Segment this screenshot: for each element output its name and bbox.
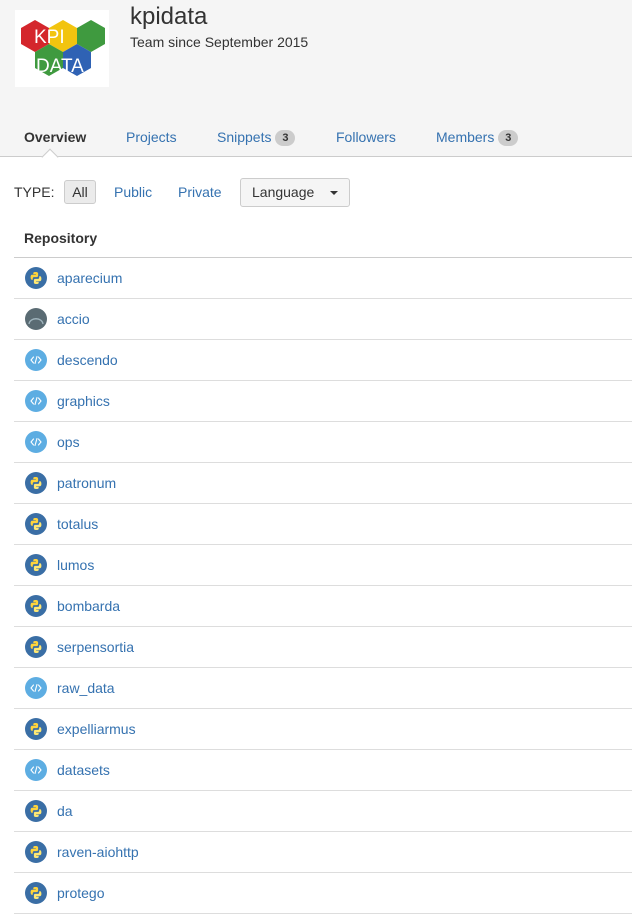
team-name: kpidata xyxy=(130,3,208,30)
repository-row: accio xyxy=(14,299,632,340)
language-dropdown-label: Language xyxy=(252,184,315,200)
repository-row: ops xyxy=(14,422,632,463)
snippets-count-badge: 3 xyxy=(275,130,296,147)
repository-link[interactable]: expelliarmus xyxy=(57,721,136,737)
python-icon xyxy=(25,554,47,576)
filter-all-button[interactable]: All xyxy=(64,180,96,204)
repository-link[interactable]: totalus xyxy=(57,516,98,532)
tab-overview[interactable]: Overview xyxy=(24,117,86,157)
repository-link[interactable]: lumos xyxy=(57,557,94,573)
repository-link[interactable]: bombarda xyxy=(57,598,120,614)
repository-row: bombarda xyxy=(14,586,632,627)
repository-link[interactable]: aparecium xyxy=(57,270,122,286)
repository-row: descendo xyxy=(14,340,632,381)
language-dropdown[interactable]: Language xyxy=(240,178,350,207)
python-icon xyxy=(25,841,47,863)
python-icon xyxy=(25,718,47,740)
python-icon xyxy=(25,636,47,658)
code-icon xyxy=(25,390,47,412)
repository-link[interactable]: descendo xyxy=(57,352,118,368)
repository-column-header: Repository xyxy=(24,230,98,246)
python-icon xyxy=(25,882,47,904)
svg-text:DATA: DATA xyxy=(36,56,84,77)
repository-row: aparecium xyxy=(14,258,632,299)
kpi-data-logo-icon: KPI DATA xyxy=(21,20,105,77)
repository-link[interactable]: patronum xyxy=(57,475,116,491)
repository-link[interactable]: graphics xyxy=(57,393,110,409)
python-icon xyxy=(25,472,47,494)
type-filter-label: TYPE: xyxy=(14,184,55,200)
team-logo: KPI DATA xyxy=(15,10,109,87)
code-icon xyxy=(25,677,47,699)
repository-row: serpensortia xyxy=(14,627,632,668)
python-icon xyxy=(25,267,47,289)
team-since: Team since September 2015 xyxy=(130,34,309,50)
repository-list: aparecium accio descendo graphics ops patronu… xyxy=(14,258,632,914)
repository-link[interactable]: da xyxy=(57,803,73,819)
profile-tabs: Overview Projects Snippets 3 Followers Me… xyxy=(0,117,632,157)
code-icon xyxy=(25,349,47,371)
repository-row: graphics xyxy=(14,381,632,422)
filter-private-link[interactable]: Private xyxy=(178,184,222,200)
svg-text:KPI: KPI xyxy=(34,27,65,48)
filter-public-link[interactable]: Public xyxy=(114,184,152,200)
repository-row: raw_data xyxy=(14,668,632,709)
code-icon xyxy=(25,759,47,781)
repository-link[interactable]: datasets xyxy=(57,762,110,778)
tab-followers[interactable]: Followers xyxy=(336,117,396,157)
python-icon xyxy=(25,513,47,535)
tab-projects[interactable]: Projects xyxy=(126,117,177,157)
repository-row: da xyxy=(14,791,632,832)
repository-row: lumos xyxy=(14,545,632,586)
repository-link[interactable]: raw_data xyxy=(57,680,115,696)
repository-link[interactable]: ops xyxy=(57,434,80,450)
repository-row: protego xyxy=(14,873,632,914)
repository-row: patronum xyxy=(14,463,632,504)
repository-link[interactable]: accio xyxy=(57,311,90,327)
avatar-icon xyxy=(25,308,47,330)
team-header: KPI DATA kpidata Team since September 20… xyxy=(0,0,632,117)
repository-link[interactable]: protego xyxy=(57,885,104,901)
chevron-down-icon xyxy=(330,191,338,195)
members-count-badge: 3 xyxy=(498,130,519,147)
tab-snippets[interactable]: Snippets 3 xyxy=(217,117,296,157)
code-icon xyxy=(25,431,47,453)
repository-link[interactable]: raven-aiohttp xyxy=(57,844,139,860)
python-icon xyxy=(25,800,47,822)
repository-row: totalus xyxy=(14,504,632,545)
tab-members[interactable]: Members 3 xyxy=(436,117,519,157)
repository-row: raven-aiohttp xyxy=(14,832,632,873)
python-icon xyxy=(25,595,47,617)
repository-row: expelliarmus xyxy=(14,709,632,750)
repository-link[interactable]: serpensortia xyxy=(57,639,134,655)
repository-row: datasets xyxy=(14,750,632,791)
